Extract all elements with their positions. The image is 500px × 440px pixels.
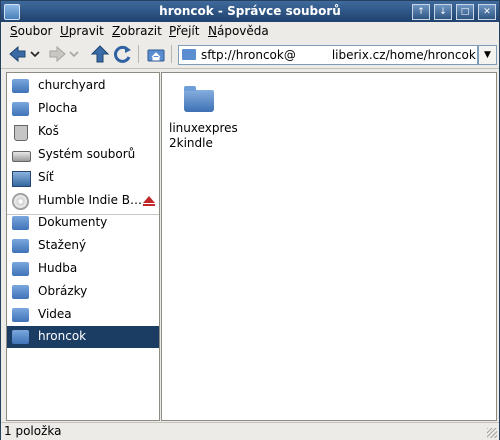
sidebar-item-label: Stažený [38, 238, 87, 252]
drive-icon [12, 151, 31, 162]
sidebar-item-videa[interactable]: Videa [7, 304, 159, 326]
keep-above-button[interactable]: ↑ [412, 4, 430, 20]
file-view[interactable]: linuxexpres2kindle [161, 72, 497, 421]
network-icon [12, 171, 31, 187]
sidebar-item-label: Humble Indie B… [38, 193, 142, 207]
forward-arrow-icon[interactable] [47, 45, 67, 63]
sidebar-item-dokumenty[interactable]: Dokumenty [7, 212, 159, 234]
menu-soubor[interactable]: Soubor [10, 24, 52, 38]
reload-icon[interactable] [113, 45, 133, 63]
menu-napoveda[interactable]: Nápověda [208, 24, 269, 38]
folder-icon [12, 330, 29, 344]
keep-below-button[interactable]: ↓ [434, 4, 452, 20]
sidebar-item-sit[interactable]: Síť [7, 167, 159, 189]
pictures-folder-icon [12, 285, 29, 299]
home-icon[interactable] [146, 45, 166, 63]
sidebar-item-label: Systém souborů [38, 147, 136, 161]
desktop-folder-icon [12, 102, 29, 116]
menu-label: obrazit [120, 24, 162, 38]
menu-mnemonic: S [10, 24, 18, 38]
address-dropdown-chevron-down-icon[interactable]: ▼ [478, 45, 497, 65]
sidebar-item-label: Obrázky [38, 284, 88, 298]
address-suffix: liberix.cz/home/hroncok [331, 48, 476, 62]
address-prefix: sftp://hroncok@ [201, 48, 296, 62]
sidebar-item-plocha[interactable]: Plocha [7, 98, 159, 120]
menu-mnemonic: N [208, 24, 217, 38]
home-folder-icon [12, 79, 29, 93]
sidebar-item-label: churchyard [38, 78, 106, 92]
eject-icon[interactable] [143, 196, 155, 203]
sidebar: churchyard Plocha Koš Systém souborů Síť… [6, 72, 160, 421]
menu-zobrazit[interactable]: Zobrazit [112, 24, 162, 38]
disc-icon [12, 193, 29, 210]
downloads-folder-icon [12, 239, 29, 253]
sidebar-item-label: Koš [38, 124, 59, 138]
menu-upravit[interactable]: Upravit [60, 24, 104, 38]
address-bar[interactable]: sftp://hroncok@ liberix.cz/home/hroncok [178, 45, 478, 65]
sidebar-item-hudba[interactable]: Hudba [7, 258, 159, 280]
menu-prejit[interactable]: Přejít [169, 24, 199, 38]
sidebar-item-obrazky[interactable]: Obrázky [7, 281, 159, 303]
sidebar-item-system-souboru[interactable]: Systém souborů [7, 144, 159, 166]
menubar: Soubor Upravit Zobrazit Přejít Nápověda [1, 22, 499, 40]
sidebar-item-stazeny[interactable]: Stažený [7, 235, 159, 257]
sidebar-item-hroncok[interactable]: hroncok [7, 326, 159, 348]
menu-label: oubor [17, 24, 53, 38]
file-name: linuxexpres2kindle [169, 121, 238, 150]
sidebar-item-label: Videa [38, 307, 72, 321]
sidebar-item-kos[interactable]: Koš [7, 121, 159, 143]
menu-mnemonic: P [169, 24, 177, 38]
menu-mnemonic: U [60, 24, 69, 38]
toolbar-separator [138, 45, 139, 63]
titlebar[interactable]: hroncok - Správce souborů ↑ ↓ □ ✕ [1, 1, 499, 22]
music-folder-icon [12, 262, 29, 276]
folder-icon [182, 49, 196, 60]
menu-label: ápověda [216, 24, 269, 38]
menu-label: pravit [68, 24, 104, 38]
folder-icon [184, 86, 214, 112]
forward-history-chevron-down-icon[interactable] [68, 45, 80, 63]
toolbar-separator [171, 45, 172, 63]
menu-label: řejít [176, 24, 200, 38]
sidebar-item-label: hroncok [38, 329, 87, 343]
statusbar: 1 položka [1, 422, 499, 440]
back-arrow-icon[interactable] [8, 45, 28, 63]
status-text: 1 položka [4, 424, 62, 438]
sidebar-item-label: Síť [38, 170, 54, 184]
eject-icon-bar [143, 204, 155, 206]
sidebar-item-label: Dokumenty [38, 215, 108, 229]
back-history-chevron-down-icon[interactable] [29, 45, 41, 63]
menu-mnemonic: Z [112, 24, 121, 38]
trash-icon [14, 125, 28, 141]
maximize-button[interactable]: □ [456, 4, 474, 20]
sidebar-item-humble-indie[interactable]: Humble Indie B… [7, 190, 159, 212]
sidebar-item-churchyard[interactable]: churchyard [7, 75, 159, 97]
toolbar: sftp://hroncok@ liberix.cz/home/hroncok ▼ [1, 40, 499, 69]
address-text: sftp://hroncok@ liberix.cz/home/hroncok [201, 48, 476, 62]
sidebar-item-label: Plocha [38, 101, 78, 115]
file-manager-window: hroncok - Správce souborů ↑ ↓ □ ✕ Soubor… [0, 0, 500, 440]
documents-folder-icon [12, 216, 29, 230]
videos-folder-icon [12, 308, 29, 322]
close-button[interactable]: ✕ [478, 4, 496, 20]
resize-grip-icon[interactable] [487, 428, 497, 438]
sidebar-item-label: Hudba [38, 261, 78, 275]
up-arrow-icon[interactable] [90, 45, 110, 63]
